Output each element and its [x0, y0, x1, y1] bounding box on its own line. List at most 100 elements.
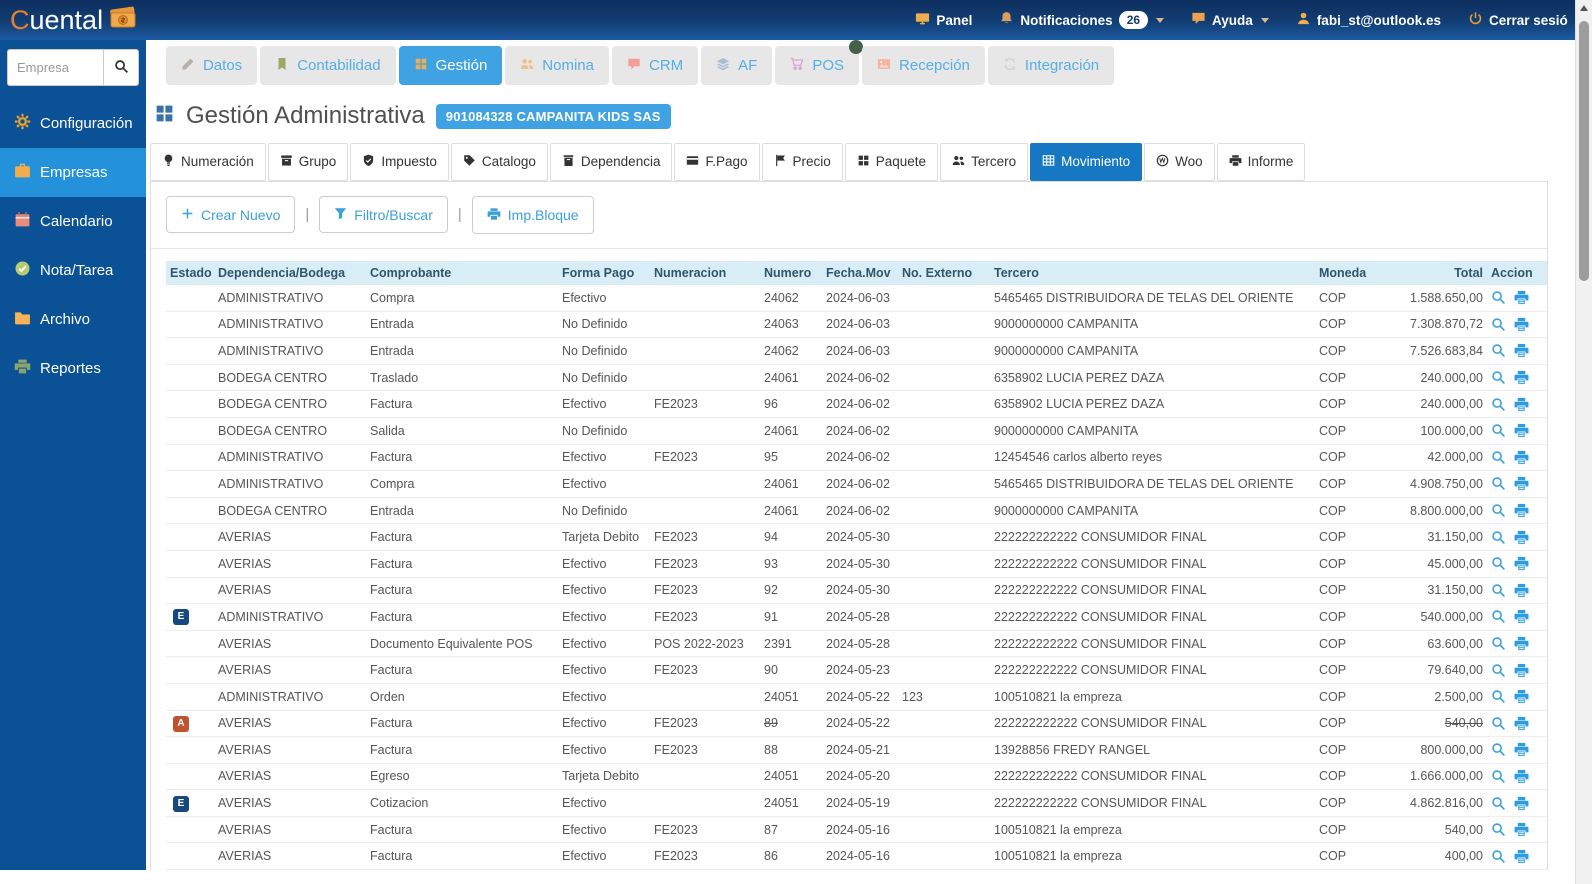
- view-icon[interactable]: [1491, 530, 1506, 545]
- cell-accion: [1487, 816, 1547, 843]
- print-icon[interactable]: [1514, 689, 1529, 704]
- cell-accion: [1487, 338, 1547, 365]
- view-icon[interactable]: [1491, 476, 1506, 491]
- subtab-dependencia[interactable]: Dependencia: [550, 143, 673, 181]
- print-icon[interactable]: [1514, 476, 1529, 491]
- subtab-numeracion[interactable]: Numeración: [150, 143, 266, 181]
- print-icon[interactable]: [1514, 530, 1529, 545]
- print-icon[interactable]: [1514, 450, 1529, 465]
- print-icon[interactable]: [1514, 716, 1529, 731]
- scroll-up-arrow[interactable]: [1576, 0, 1592, 16]
- view-icon[interactable]: [1491, 822, 1506, 837]
- subtab-tercero[interactable]: Tercero: [940, 143, 1028, 181]
- printer-icon: [14, 358, 31, 379]
- sidebar-item-archivo[interactable]: Archivo: [0, 295, 146, 344]
- print-icon[interactable]: [1514, 317, 1529, 332]
- tab-pos[interactable]: POS: [775, 46, 859, 85]
- print-icon[interactable]: [1514, 796, 1529, 811]
- print-icon[interactable]: [1514, 397, 1529, 412]
- user-menu[interactable]: fabi_st@outlook.es: [1296, 11, 1441, 29]
- print-icon[interactable]: [1514, 423, 1529, 438]
- search-button[interactable]: [103, 49, 139, 86]
- view-icon[interactable]: [1491, 849, 1506, 864]
- view-icon[interactable]: [1491, 317, 1506, 332]
- check-circle-icon: [14, 260, 31, 281]
- filter-search-button[interactable]: Filtro/Buscar: [319, 196, 448, 233]
- view-icon[interactable]: [1491, 583, 1506, 598]
- sidebar-item-nota-tarea[interactable]: Nota/Tarea: [0, 246, 146, 295]
- view-icon[interactable]: [1491, 290, 1506, 305]
- notifications-menu[interactable]: Notificaciones 26: [999, 11, 1164, 29]
- print-icon[interactable]: [1514, 769, 1529, 784]
- subtab-fpago[interactable]: F.Pago: [674, 143, 759, 181]
- view-icon[interactable]: [1491, 609, 1506, 624]
- cell-comprobante: Factura: [366, 550, 558, 577]
- view-icon[interactable]: [1491, 769, 1506, 784]
- tab-contabilidad[interactable]: Contabilidad: [260, 46, 395, 85]
- sidebar-item-configuracion[interactable]: Configuración: [0, 99, 146, 148]
- help-menu[interactable]: Ayuda: [1191, 11, 1269, 29]
- print-icon[interactable]: [1514, 636, 1529, 651]
- view-icon[interactable]: [1491, 663, 1506, 678]
- view-icon[interactable]: [1491, 397, 1506, 412]
- print-icon[interactable]: [1514, 742, 1529, 757]
- print-icon[interactable]: [1514, 503, 1529, 518]
- app-logo[interactable]: Cuental: [10, 6, 138, 35]
- create-new-button[interactable]: Crear Nuevo: [166, 196, 295, 233]
- view-icon[interactable]: [1491, 556, 1506, 571]
- cell-total: 100.000,00: [1387, 417, 1487, 444]
- subtab-woo[interactable]: Woo: [1144, 143, 1215, 181]
- table-row: A AVERIAS Factura Efectivo FE2023 89 202…: [166, 710, 1547, 737]
- subtab-catalogo[interactable]: Catalogo: [451, 143, 548, 181]
- print-icon[interactable]: [1514, 556, 1529, 571]
- view-icon[interactable]: [1491, 689, 1506, 704]
- view-icon[interactable]: [1491, 343, 1506, 358]
- cell-numeracion: [650, 364, 760, 391]
- print-icon[interactable]: [1514, 663, 1529, 678]
- view-icon[interactable]: [1491, 636, 1506, 651]
- cell-forma-pago: Efectivo: [558, 471, 650, 498]
- sidebar-item-empresas[interactable]: Empresas: [0, 148, 146, 197]
- print-icon[interactable]: [1514, 849, 1529, 864]
- view-icon[interactable]: [1491, 742, 1506, 757]
- tab-af[interactable]: AF: [701, 46, 772, 85]
- print-icon[interactable]: [1514, 822, 1529, 837]
- panel-link[interactable]: Panel: [915, 11, 972, 29]
- logout-link[interactable]: Cerrar sesión: [1468, 11, 1568, 29]
- subtab-impuesto[interactable]: Impuesto: [350, 143, 449, 181]
- subtab-movimiento[interactable]: Movimiento: [1030, 143, 1142, 181]
- cell-total: 540.000,00: [1387, 604, 1487, 631]
- subtab-paquete[interactable]: Paquete: [845, 143, 938, 181]
- view-icon[interactable]: [1491, 503, 1506, 518]
- view-icon[interactable]: [1491, 450, 1506, 465]
- print-icon[interactable]: [1514, 290, 1529, 305]
- subtab-grupo[interactable]: Grupo: [268, 143, 349, 181]
- view-icon[interactable]: [1491, 370, 1506, 385]
- scrollbar-thumb[interactable]: [1579, 21, 1589, 281]
- tab-nomina[interactable]: Nomina: [505, 46, 609, 85]
- cell-forma-pago: No Definido: [558, 417, 650, 444]
- view-icon[interactable]: [1491, 423, 1506, 438]
- view-icon[interactable]: [1491, 796, 1506, 811]
- cell-no-externo: [898, 657, 990, 684]
- tab-gestion[interactable]: Gestión: [399, 46, 503, 85]
- print-icon[interactable]: [1514, 583, 1529, 598]
- cell-dependencia: BODEGA CENTRO: [214, 417, 366, 444]
- search-input[interactable]: [7, 49, 103, 86]
- subtab-informe[interactable]: Informe: [1217, 143, 1306, 181]
- tab-recepcion[interactable]: Recepción: [862, 46, 985, 85]
- sidebar-item-calendario[interactable]: Calendario: [0, 197, 146, 246]
- tab-crm[interactable]: CRM: [612, 46, 698, 85]
- print-block-button[interactable]: Imp.Bloque: [472, 196, 594, 234]
- vertical-scrollbar[interactable]: [1575, 0, 1592, 884]
- tab-datos[interactable]: Datos: [166, 46, 257, 85]
- view-icon[interactable]: [1491, 716, 1506, 731]
- print-icon[interactable]: [1514, 343, 1529, 358]
- print-icon[interactable]: [1514, 609, 1529, 624]
- cell-tercero: 100510821 la empreza: [990, 683, 1315, 710]
- subtab-precio[interactable]: Precio: [762, 143, 843, 181]
- tab-integracion[interactable]: Integración: [988, 46, 1114, 85]
- sidebar-item-reportes[interactable]: Reportes: [0, 344, 146, 393]
- chat-icon: [1191, 11, 1206, 29]
- print-icon[interactable]: [1514, 370, 1529, 385]
